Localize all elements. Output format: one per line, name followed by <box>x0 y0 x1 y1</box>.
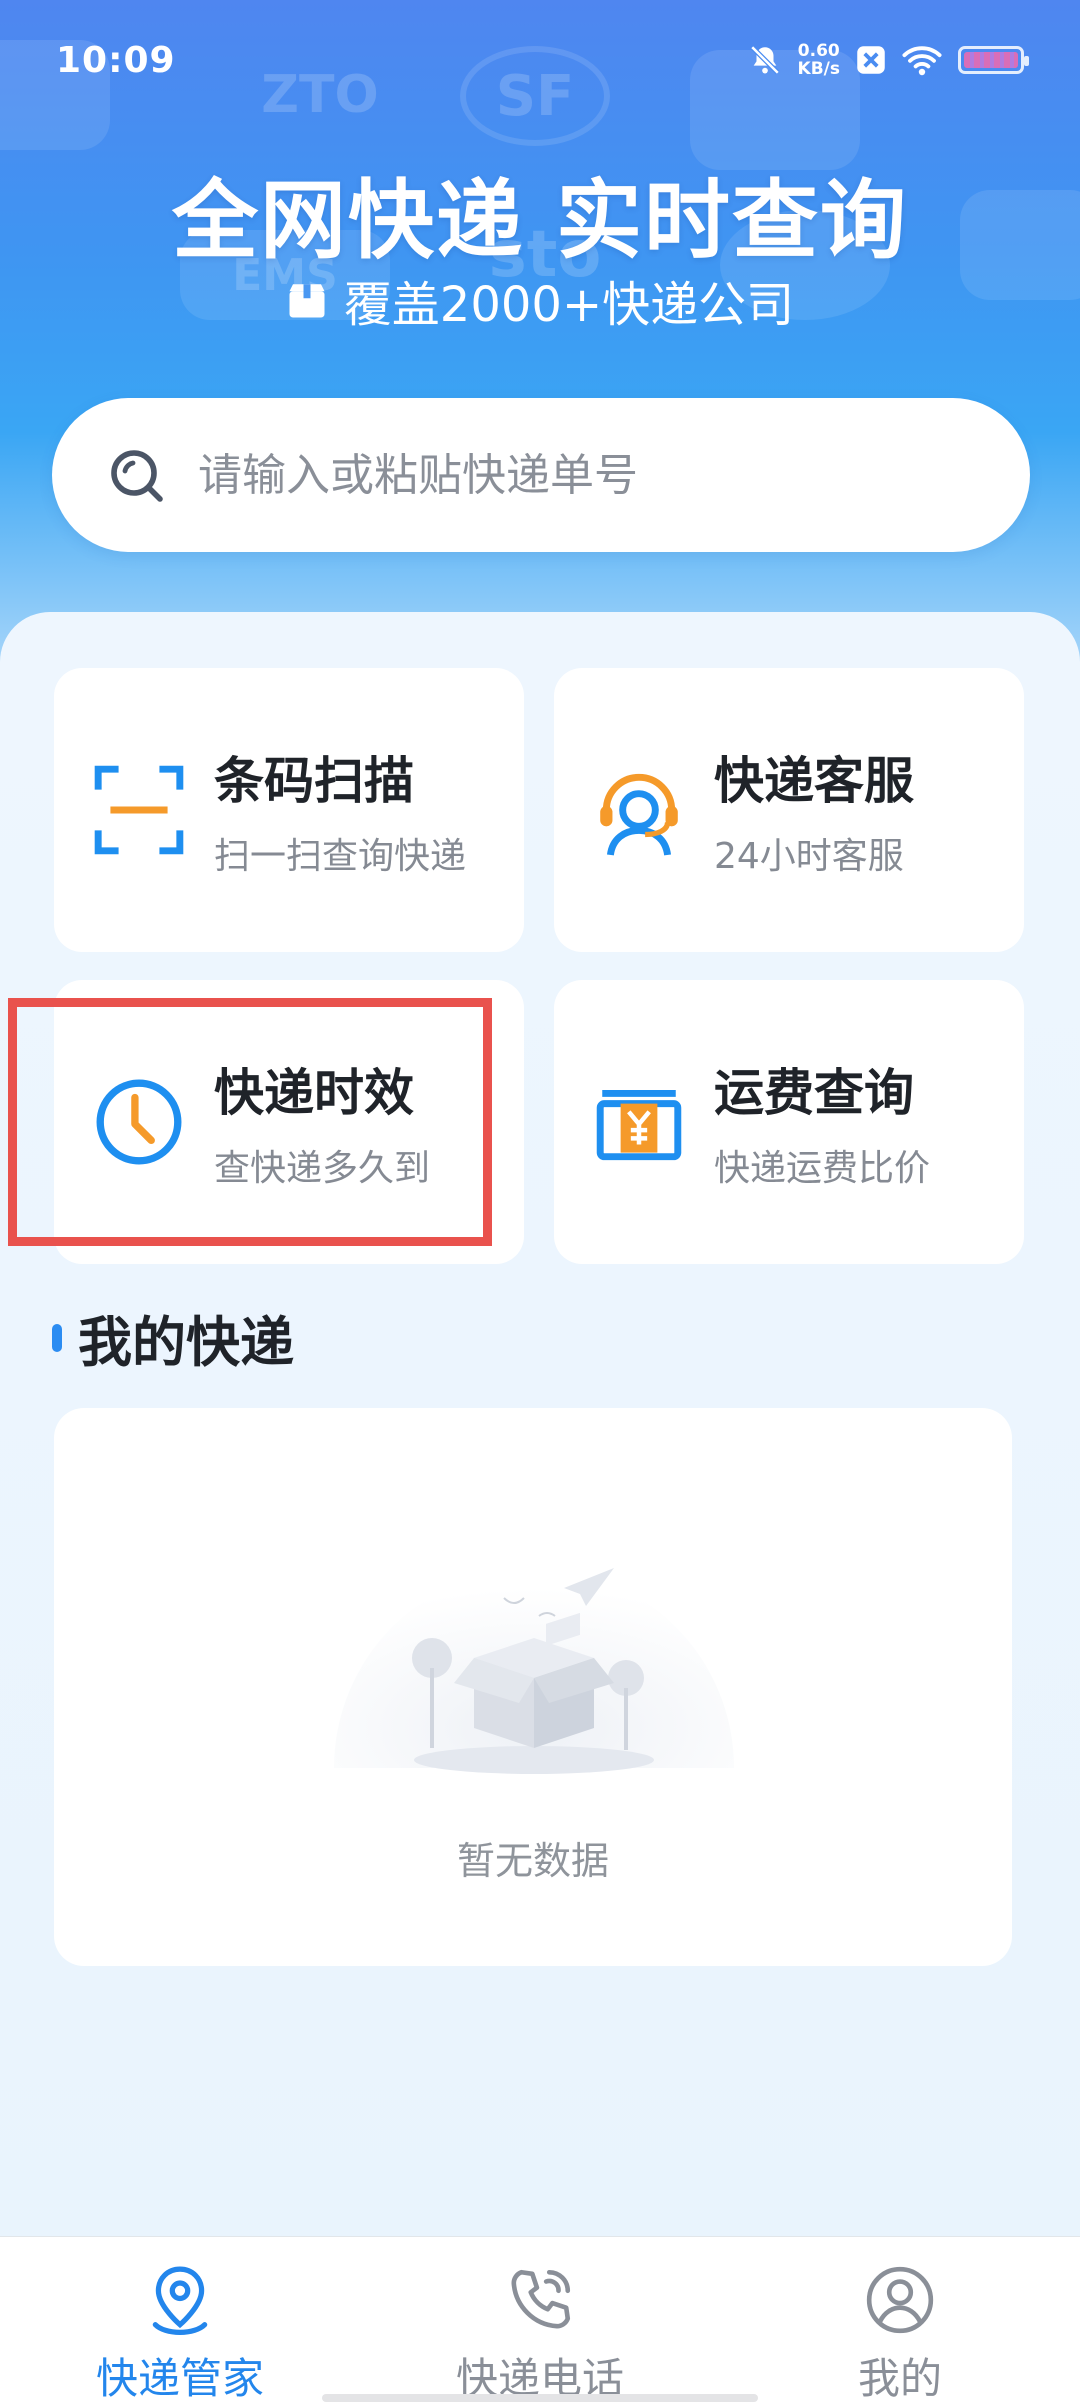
bottom-nav: 快递管家 快递电话 我的 <box>0 2236 1080 2408</box>
feature-title: 条码扫描 <box>214 752 414 810</box>
feature-title: 快递时效 <box>214 1064 414 1122</box>
status-icons: 0.60 KB/s <box>748 42 1029 78</box>
nav-tab-parcel-manager[interactable]: 快递管家 <box>30 2263 330 2406</box>
user-icon <box>866 2266 934 2334</box>
net-speed-unit: KB/s <box>797 59 840 79</box>
search-icon <box>111 450 163 502</box>
feature-card-barcode-scan[interactable]: 条码扫描 扫一扫查询快递 <box>54 668 524 952</box>
wifi-icon <box>902 46 942 76</box>
bell-muted-icon <box>750 45 780 75</box>
my-parcels-header: 我的快递 <box>52 1298 294 1377</box>
close-box-icon <box>857 46 885 74</box>
home-indicator[interactable] <box>322 2394 758 2402</box>
headset-agent-icon <box>600 773 678 856</box>
tracking-number-input[interactable] <box>198 449 958 501</box>
section-marker <box>52 1323 62 1352</box>
yen-box-icon <box>596 1089 682 1161</box>
scan-icon <box>94 765 184 855</box>
package-icon <box>289 284 325 318</box>
hero-subtitle-text: 覆盖2000+快递公司 <box>343 277 795 333</box>
status-time: 10:09 <box>56 39 176 81</box>
phone-icon <box>511 2269 571 2329</box>
feature-title: 运费查询 <box>714 1064 914 1122</box>
my-parcels-title: 我的快递 <box>78 1311 294 1374</box>
nav-tab-courier-phone[interactable]: 快递电话 <box>390 2263 690 2406</box>
nav-tab-mine[interactable]: 我的 <box>750 2263 1050 2406</box>
battery-level <box>964 52 1018 68</box>
feature-subtitle: 快递运费比价 <box>714 1148 931 1189</box>
feature-card-customer-service[interactable]: 快递客服 24小时客服 <box>554 668 1024 952</box>
feature-card-shipping-cost[interactable]: 运费查询 快递运费比价 <box>554 980 1024 1264</box>
feature-subtitle: 查快递多久到 <box>214 1148 431 1189</box>
tracking-search-bar[interactable] <box>52 398 1030 552</box>
battery-icon <box>958 46 1029 74</box>
empty-state-text: 暂无数据 <box>456 1839 609 1883</box>
location-pin-icon <box>152 2266 208 2335</box>
empty-box-illustration <box>334 1568 734 1774</box>
status-bar: 10:09 0.60 KB/s <box>0 0 1080 120</box>
hero-title: 全网快递 实时查询 <box>172 171 908 271</box>
feature-subtitle: 24小时客服 <box>714 836 904 877</box>
net-speed-value: 0.60 <box>797 41 840 61</box>
feature-subtitle: 扫一扫查询快递 <box>214 836 467 877</box>
feature-title: 快递客服 <box>714 752 914 810</box>
feature-card-delivery-time[interactable]: 快递时效 查快递多久到 <box>54 980 524 1264</box>
clock-icon <box>96 1079 182 1165</box>
net-speed: 0.60 KB/s <box>798 42 840 78</box>
nav-label: 快递管家 <box>95 2354 264 2403</box>
nav-label: 我的 <box>857 2354 942 2403</box>
hero-subtitle: 覆盖2000+快递公司 <box>0 265 1080 335</box>
